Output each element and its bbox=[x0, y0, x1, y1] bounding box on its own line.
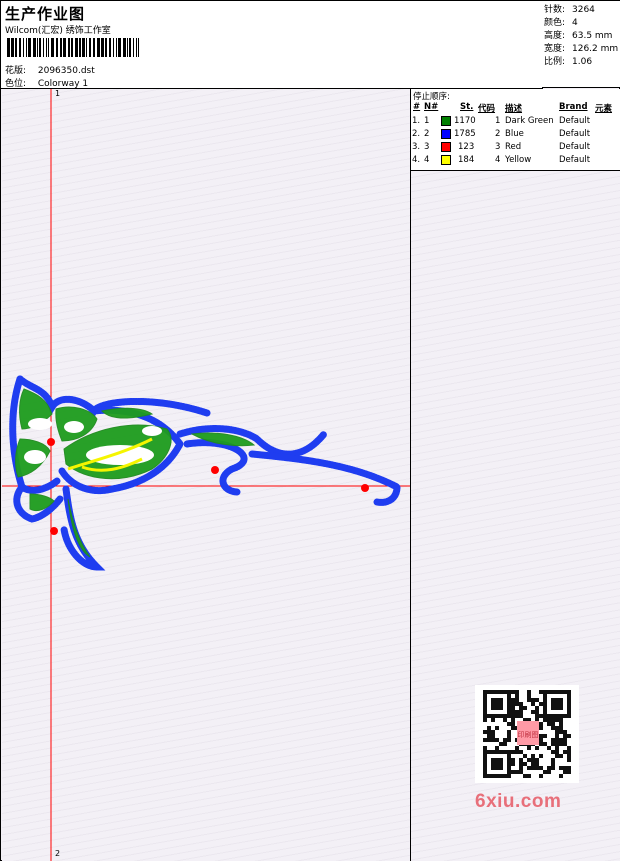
color-count-value: 4 bbox=[572, 18, 578, 28]
row-brand: Default bbox=[559, 116, 591, 126]
row-index: 4. bbox=[412, 155, 421, 165]
design-file-label: 花版: bbox=[5, 66, 27, 76]
width-value: 126.2 mm bbox=[572, 44, 619, 54]
width-row: 宽度: 126.2 mm bbox=[544, 43, 620, 56]
watermark-brand-text: 6xiu.com bbox=[475, 791, 562, 812]
col-header-code: 代码 bbox=[478, 104, 496, 114]
production-sheet: 生产作业图 Wilcom(汇宏) 绣饰工作室 花版: 2096350.dst 色… bbox=[0, 0, 620, 861]
col-header-stitches: St. bbox=[460, 102, 474, 112]
row-needle: 2 bbox=[424, 129, 430, 139]
color-row: 3. 3 123 3 Red Default bbox=[411, 142, 620, 155]
scale-row: 比例: 1.06 bbox=[544, 56, 620, 69]
row-needle: 3 bbox=[424, 142, 430, 152]
row-needle: 4 bbox=[424, 155, 430, 165]
row-code: 2 bbox=[495, 129, 501, 139]
col-header-needle: N# bbox=[424, 102, 439, 112]
scale-value: 1.06 bbox=[572, 57, 593, 67]
stop-sequence-panel: 停止顺序: # N# St. 代码 描述 Brand 元素 1. 1 1170 … bbox=[411, 89, 620, 171]
row-code: 4 bbox=[495, 155, 501, 165]
stitch-count-label: 针数: bbox=[544, 5, 566, 15]
row-stitches: 184 bbox=[458, 155, 475, 165]
color-swatch bbox=[441, 116, 451, 126]
colorway-row: 色位: Colorway 1 bbox=[5, 76, 88, 89]
header-panel: 生产作业图 Wilcom(汇宏) 绣饰工作室 花版: 2096350.dst 色… bbox=[1, 1, 543, 89]
height-label: 高度: bbox=[544, 31, 566, 41]
row-brand: Default bbox=[559, 142, 591, 152]
color-row: 4. 4 184 4 Yellow Default bbox=[411, 155, 620, 168]
svg-text:印刷图: 印刷图 bbox=[518, 731, 539, 739]
stats-panel: 针数: 3264 颜色: 4 高度: 63.5 mm 宽度: 126.2 mm 比例: 1… bbox=[542, 1, 620, 88]
stitch-count-row: 针数: 3264 bbox=[544, 4, 620, 17]
row-code: 3 bbox=[495, 142, 501, 152]
stitch-count-value: 3264 bbox=[572, 5, 595, 15]
color-count-row: 颜色: 4 bbox=[544, 17, 620, 30]
row-brand: Default bbox=[559, 129, 591, 139]
color-row: 2. 2 1785 2 Blue Default bbox=[411, 129, 620, 142]
color-swatch bbox=[441, 155, 451, 165]
studio-name: Wilcom(汇宏) 绣饰工作室 bbox=[5, 26, 111, 36]
row-description: Blue bbox=[505, 129, 524, 139]
col-header-element: 元素 bbox=[595, 104, 613, 114]
row-stitches: 1785 bbox=[454, 129, 476, 139]
col-header-index: # bbox=[413, 102, 421, 112]
page-title: 生产作业图 bbox=[5, 5, 86, 23]
axis-end-label: 2 bbox=[55, 849, 61, 858]
row-description: Red bbox=[505, 142, 522, 152]
row-description: Dark Green bbox=[505, 116, 554, 126]
row-index: 1. bbox=[412, 116, 421, 126]
row-brand: Default bbox=[559, 155, 591, 165]
design-file-row: 花版: 2096350.dst bbox=[5, 63, 95, 76]
row-index: 3. bbox=[412, 142, 421, 152]
color-row: 1. 1 1170 1 Dark Green Default bbox=[411, 116, 620, 129]
row-description: Yellow bbox=[505, 155, 532, 165]
scale-label: 比例: bbox=[544, 57, 566, 67]
row-needle: 1 bbox=[424, 116, 430, 126]
embroidery-design bbox=[2, 89, 410, 861]
colorway-value: Colorway 1 bbox=[37, 79, 89, 89]
color-swatch bbox=[441, 129, 451, 139]
row-stitches: 1170 bbox=[454, 116, 476, 126]
design-canvas: 1 2 bbox=[2, 89, 411, 861]
barcode-image bbox=[7, 38, 139, 57]
row-code: 1 bbox=[495, 116, 501, 126]
col-header-brand: Brand bbox=[559, 102, 588, 112]
row-stitches: 123 bbox=[458, 142, 475, 152]
design-file-value: 2096350.dst bbox=[37, 66, 95, 76]
height-value: 63.5 mm bbox=[572, 31, 613, 41]
row-index: 2. bbox=[412, 129, 421, 139]
width-label: 宽度: bbox=[544, 44, 566, 54]
color-count-label: 颜色: bbox=[544, 18, 566, 28]
height-row: 高度: 63.5 mm bbox=[544, 30, 620, 43]
colorway-label: 色位: bbox=[5, 79, 27, 89]
axis-start-label: 1 bbox=[55, 89, 61, 98]
qr-code-icon: 印刷图 bbox=[475, 685, 579, 783]
stop-sequence-title: 停止顺序: bbox=[413, 92, 450, 102]
color-swatch bbox=[441, 142, 451, 152]
col-header-description: 描述 bbox=[505, 104, 523, 114]
